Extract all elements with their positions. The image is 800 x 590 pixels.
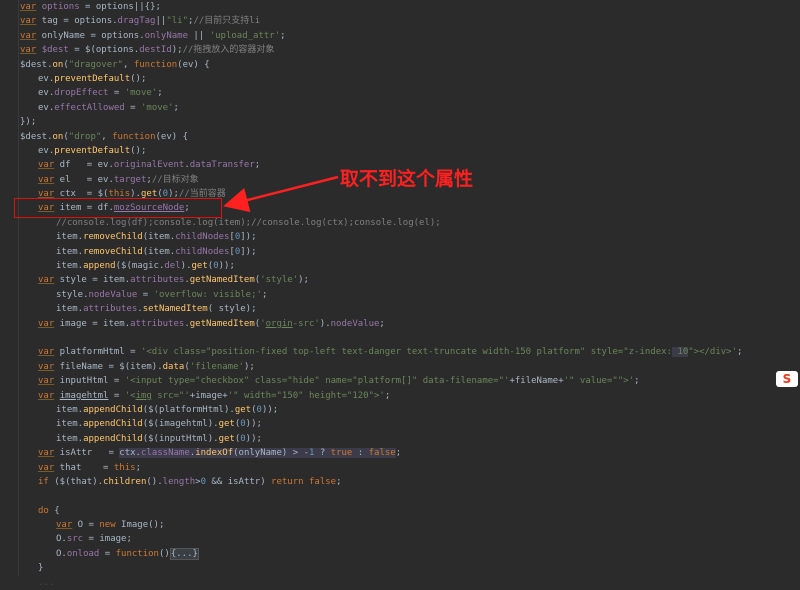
code-line[interactable]: item.removeChild(item.childNodes[0]); — [20, 245, 790, 259]
code-line[interactable]: //console.log(df);console.log(item);//co… — [20, 216, 790, 230]
code-line[interactable]: var image = item.attributes.getNamedItem… — [20, 317, 790, 331]
code-line[interactable] — [20, 489, 790, 503]
code-editor[interactable]: var options = options||{}; var tag = opti… — [20, 0, 790, 590]
code-line[interactable]: var O = new Image(); — [20, 518, 790, 532]
code-line[interactable]: O.src = image; — [20, 532, 790, 546]
annotation-text: 取不到这个属性 — [340, 168, 474, 190]
code-line[interactable]: var fileName = $(item).data('filename'); — [20, 360, 790, 374]
code-line[interactable]: ev.preventDefault(); — [20, 144, 790, 158]
code-line[interactable]: var tag = options.dragTag||"li";//目前只支持l… — [20, 14, 790, 28]
code-line[interactable]: item.appendChild($(imagehtml).get(0)); — [20, 417, 790, 431]
code-line[interactable]: style.nodeValue = 'overflow: visible;'; — [20, 288, 790, 302]
code-line[interactable]: ... — [20, 576, 790, 590]
code-line[interactable]: O.onload = function(){...} — [20, 547, 790, 561]
code-line[interactable]: ev.dropEffect = 'move'; — [20, 86, 790, 100]
code-line[interactable]: ev.preventDefault(); — [20, 72, 790, 86]
code-line[interactable]: if ($(that).children().length>0 && isAtt… — [20, 475, 790, 489]
code-line[interactable]: item.appendChild($(inputHtml).get(0)); — [20, 432, 790, 446]
code-line[interactable]: }); — [20, 115, 790, 129]
code-line[interactable]: var imagehtml = '<img src="'+image+'" wi… — [20, 389, 790, 403]
code-line[interactable]: $dest.on("drop", function(ev) { — [20, 130, 790, 144]
code-line[interactable]: item.removeChild(item.childNodes[0]); — [20, 230, 790, 244]
code-line[interactable]: var inputHtml = '<input type="checkbox" … — [20, 374, 790, 388]
code-line[interactable]: var that = this; — [20, 461, 790, 475]
code-line[interactable]: var isAttr = ctx.className.indexOf(onlyN… — [20, 446, 790, 460]
code-line[interactable]: ev.effectAllowed = 'move'; — [20, 101, 790, 115]
ime-badge-icon[interactable]: S — [776, 371, 798, 387]
code-line[interactable] — [20, 331, 790, 345]
code-line[interactable]: item.attributes.setNamedItem( style); — [20, 302, 790, 316]
code-line[interactable]: var onlyName = options.onlyName || 'uplo… — [20, 29, 790, 43]
code-line[interactable]: item.appendChild($(platformHtml).get(0))… — [20, 403, 790, 417]
code-line[interactable]: } — [20, 561, 790, 575]
code-line[interactable]: var platformHtml = '<div class="position… — [20, 345, 790, 359]
highlight-box — [14, 198, 222, 218]
code-line[interactable]: var style = item.attributes.getNamedItem… — [20, 273, 790, 287]
code-line[interactable]: $dest.on("dragover", function(ev) { — [20, 58, 790, 72]
editor-gutter — [18, 0, 19, 576]
code-line[interactable]: do { — [20, 504, 790, 518]
code-line[interactable]: item.append($(magic.del).get(0)); — [20, 259, 790, 273]
code-line[interactable]: var options = options||{}; — [20, 0, 790, 14]
code-line[interactable]: var $dest = $(options.destId);//拖拽放入的容器对… — [20, 43, 790, 57]
